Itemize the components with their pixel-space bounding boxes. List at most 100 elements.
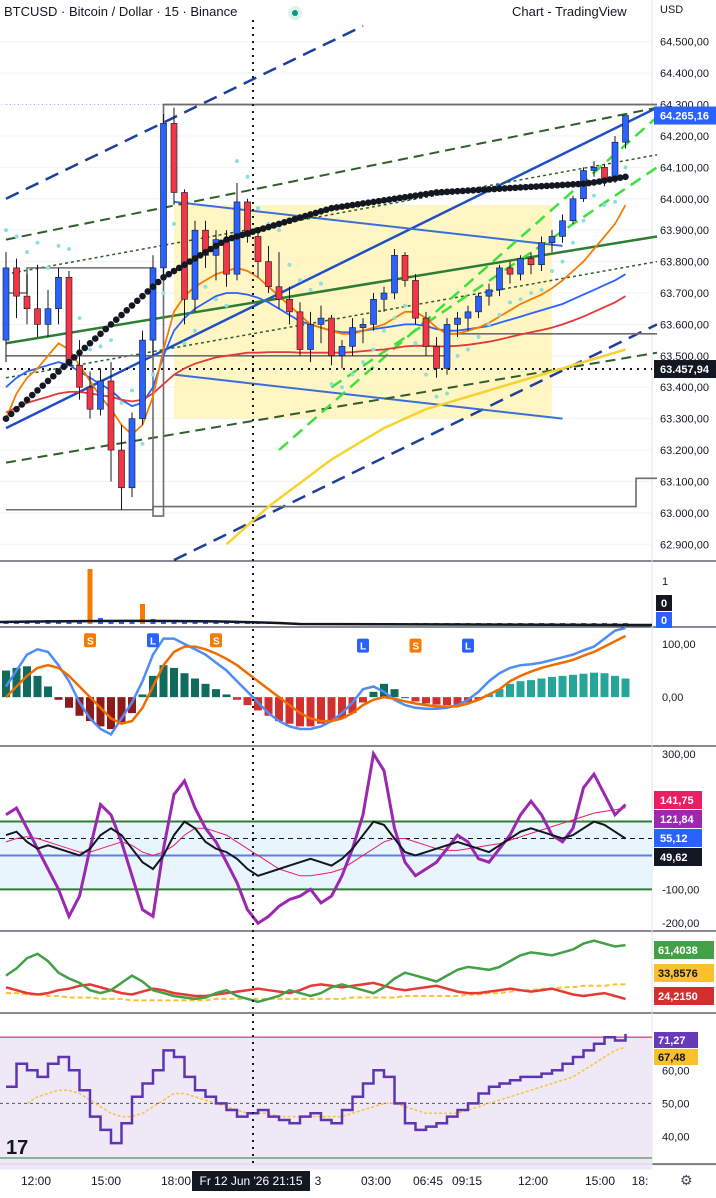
momentum-signal-label: L xyxy=(360,642,366,653)
price-tick-label: 63.000,00 xyxy=(660,508,709,520)
candle-up xyxy=(338,346,346,357)
candle-up xyxy=(359,324,367,328)
ema-black-dot xyxy=(139,292,146,300)
ema-black-dot xyxy=(55,368,62,375)
volume-bar xyxy=(171,622,177,624)
ema-black-dot xyxy=(81,344,89,352)
candle-down xyxy=(527,258,535,266)
price-tick-label: 63.900,00 xyxy=(660,225,709,237)
candle-down xyxy=(296,311,304,350)
sar-dot xyxy=(392,316,397,321)
sar-dot xyxy=(151,372,155,377)
sar-dot xyxy=(193,328,197,333)
sar-dot xyxy=(350,372,355,377)
rsi-value-label: 67,48 xyxy=(658,1052,686,1064)
price-tick-label: 63.400,00 xyxy=(660,382,709,394)
candle-down xyxy=(13,267,20,297)
candle-up xyxy=(307,324,314,350)
crosshair-time-label: Fr 12 Jun '26 21:15 xyxy=(192,1171,310,1191)
candle-down xyxy=(412,280,419,319)
momentum-histogram-bar xyxy=(191,678,199,698)
rsi-tick-label: 40,00 xyxy=(662,1132,690,1144)
momentum-histogram-bar xyxy=(401,697,409,699)
candle-down xyxy=(328,317,335,357)
candle-up xyxy=(139,339,146,419)
candle-up xyxy=(128,418,136,489)
momentum-signal-label: S xyxy=(413,642,420,653)
price-tick-label: 63.700,00 xyxy=(660,288,709,300)
candle-up xyxy=(443,324,451,369)
candle-down xyxy=(65,276,73,366)
candle-down xyxy=(254,236,262,262)
candle-up xyxy=(349,327,356,347)
sar-dot xyxy=(476,334,481,339)
candle-up xyxy=(55,276,62,310)
time-tick-label: 18: xyxy=(632,1174,649,1188)
sar-dot xyxy=(224,303,229,308)
candle-up xyxy=(317,317,325,325)
momentum-tick-label: 0,00 xyxy=(662,692,683,704)
cci-value-label: 49,62 xyxy=(660,852,688,864)
ema-black-dot xyxy=(70,354,78,361)
candle-up xyxy=(391,255,398,294)
price-tick-label: 64.100,00 xyxy=(660,162,709,174)
candle-down xyxy=(34,308,41,325)
momentum-histogram-bar xyxy=(548,676,556,698)
tradingview-logo-icon: 17 xyxy=(6,1137,29,1159)
chart-stage[interactable]: 64.500,00 64.400,00 64.300,00 64.200,00 64.1… xyxy=(0,0,716,1193)
momentum-signal-label: L xyxy=(150,636,156,647)
rsi-tick-label: 50,00 xyxy=(662,1098,690,1110)
ema-black-dot xyxy=(118,311,125,319)
candle-up xyxy=(454,317,461,325)
sar-dot xyxy=(518,297,523,302)
ema-black-dot xyxy=(7,410,15,418)
candle-down xyxy=(286,298,293,313)
price-tick-label: 64.400,00 xyxy=(660,68,709,80)
symbol-title[interactable]: BTCUSD · Bitcoin / Dollar · 15 · Binance xyxy=(4,4,237,19)
momentum-histogram-bar xyxy=(44,686,52,698)
price-tick-label: 62.900,00 xyxy=(660,539,709,551)
momentum-histogram-bar xyxy=(516,681,525,698)
momentum-histogram-bar xyxy=(590,672,598,698)
rsi-value-label: 71,27 xyxy=(658,1035,686,1047)
candle-down xyxy=(86,386,94,410)
sar-dot xyxy=(466,347,470,352)
sar-dot xyxy=(571,240,575,245)
sar-dot xyxy=(581,218,586,223)
candle-up xyxy=(149,267,157,341)
sar-dot xyxy=(550,269,554,274)
sar-dot xyxy=(508,300,512,305)
sar-dot xyxy=(130,388,134,393)
cci-tick-label: -200,00 xyxy=(662,918,699,930)
candle-down xyxy=(181,192,188,300)
momentum-histogram-bar xyxy=(443,697,451,706)
momentum-signal-label: S xyxy=(213,636,220,647)
gear-icon[interactable]: ⚙ xyxy=(680,1172,693,1189)
sar-dot xyxy=(319,281,323,286)
sar-dot xyxy=(602,203,607,208)
candle-up xyxy=(464,311,472,319)
sar-dot xyxy=(539,287,544,292)
volume-bar xyxy=(119,622,124,624)
cci-value-label: 141,75 xyxy=(660,795,694,807)
momentum-histogram-bar xyxy=(600,673,609,698)
momentum-histogram-bar xyxy=(390,689,399,698)
sar-dot xyxy=(329,382,334,387)
momentum-tick-label: 100,00 xyxy=(662,639,696,651)
candle-down xyxy=(433,346,440,369)
candle-down xyxy=(223,239,230,275)
price-tick-label: 63.200,00 xyxy=(660,445,709,457)
rsi-tick-label: 60,00 xyxy=(662,1065,690,1077)
candle-up xyxy=(485,289,493,297)
sar-dot xyxy=(46,265,50,270)
sar-dot xyxy=(434,394,439,399)
chart-svg[interactable]: 64.500,0064.400,0064.300,0064.200,0064.1… xyxy=(0,0,716,1193)
sar-dot xyxy=(613,199,617,204)
momentum-histogram-bar xyxy=(611,675,619,698)
ema-black-dot xyxy=(2,415,10,422)
sar-dot xyxy=(35,240,40,245)
chart-label: Chart - TradingView xyxy=(512,4,627,19)
currency-label[interactable]: USD xyxy=(660,4,683,16)
market-status-icon xyxy=(288,6,302,20)
candle-up xyxy=(475,295,482,313)
